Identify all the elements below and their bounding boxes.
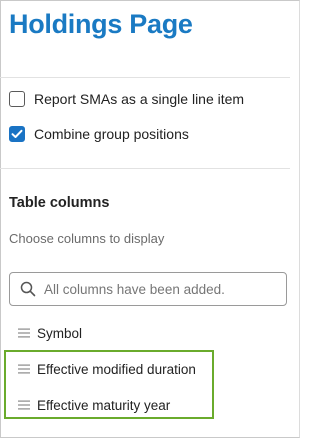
- column-item-label: Symbol: [37, 325, 83, 341]
- column-search[interactable]: [9, 272, 287, 306]
- combine-group-option[interactable]: Combine group positions: [9, 124, 189, 144]
- search-icon: [20, 281, 36, 297]
- divider: [0, 168, 290, 169]
- report-smas-option[interactable]: Report SMAs as a single line item: [9, 89, 244, 109]
- combine-group-checkbox[interactable]: [9, 126, 25, 142]
- table-columns-heading: Table columns: [9, 195, 110, 211]
- report-smas-checkbox[interactable]: [9, 91, 25, 107]
- table-columns-description: Choose columns to display: [9, 231, 165, 246]
- combine-group-label: Combine group positions: [34, 126, 189, 142]
- report-smas-label: Report SMAs as a single line item: [34, 91, 245, 107]
- drag-handle-icon[interactable]: [18, 328, 30, 338]
- column-item-symbol[interactable]: Symbol: [18, 323, 82, 343]
- check-icon: [11, 129, 23, 138]
- divider: [0, 77, 290, 78]
- page-title: Holdings Page: [9, 9, 193, 39]
- highlight-outline: [4, 350, 214, 419]
- column-search-input[interactable]: [44, 281, 274, 297]
